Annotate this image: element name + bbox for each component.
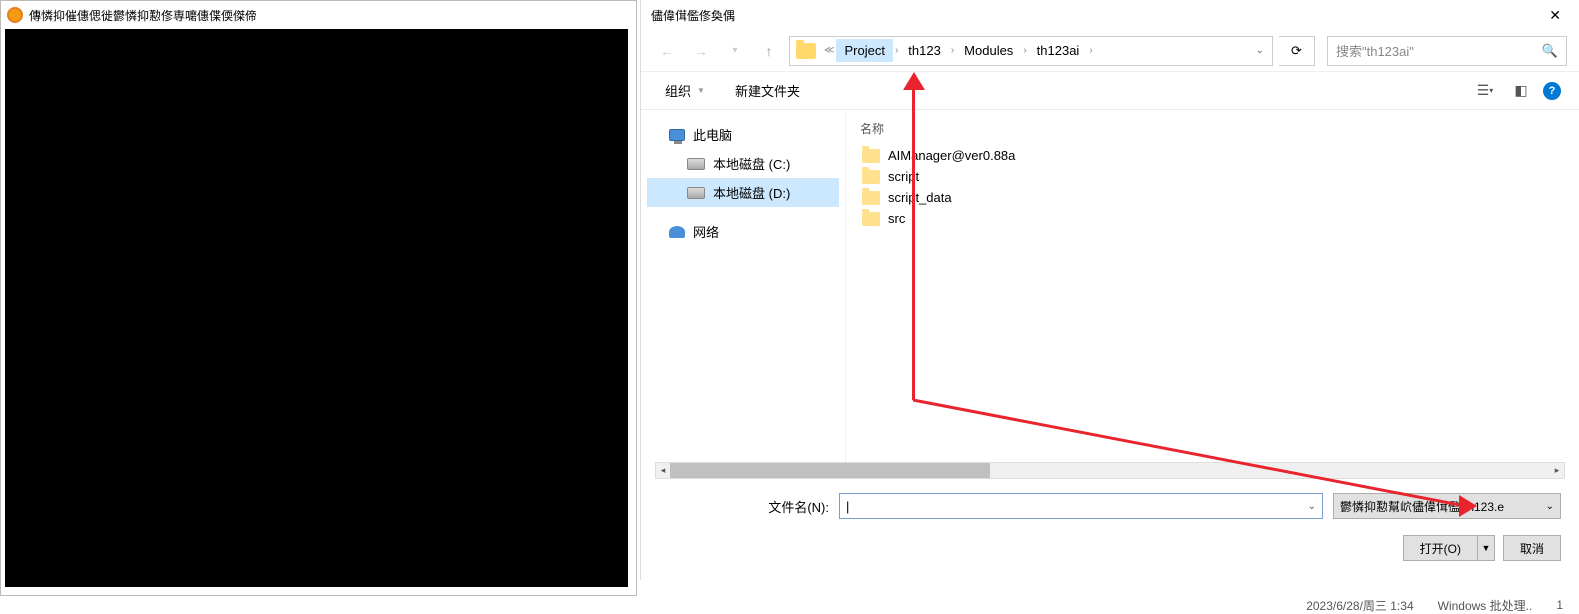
button-row: 打开(O) ▼ 取消 xyxy=(641,525,1579,571)
chevron-right-icon: › xyxy=(1021,45,1028,56)
scroll-left-icon[interactable]: ◂ xyxy=(656,463,670,478)
text-caret: | xyxy=(846,499,849,514)
chevron-down-icon: ▼ xyxy=(697,86,705,95)
file-name: AIManager@ver0.88a xyxy=(888,148,1015,163)
filename-row: 文件名(N): | ⌄ 鬱憐抑懃幫岤儘偉傇儖(th123.e ⌄ xyxy=(641,479,1579,525)
scroll-right-icon[interactable]: ▸ xyxy=(1550,463,1564,478)
file-item[interactable]: script_data xyxy=(860,187,1565,208)
background-window-title: 傳憐抑催僡偲徙鬱憐抑懃俢専嚰僡偞偄傑偙 xyxy=(29,7,257,24)
file-item[interactable]: script xyxy=(860,166,1565,187)
filetype-select[interactable]: 鬱憐抑懃幫岤儘偉傇儖(th123.e ⌄ xyxy=(1333,493,1561,519)
tree-disk-c[interactable]: 本地磁盘 (C:) xyxy=(647,149,839,178)
search-input[interactable]: 搜索"th123ai" 🔍 xyxy=(1327,36,1567,66)
chevron-right-icon: › xyxy=(893,45,900,56)
folder-icon xyxy=(862,149,880,163)
new-folder-label: 新建文件夹 xyxy=(735,81,800,100)
file-open-dialog: 儘偉傇儖俢奐偶 ✕ ← → ▾ ↑ ≪ Project › th123 › Mo… xyxy=(640,0,1579,580)
nav-tree: 此电脑 本地磁盘 (C:) 本地磁盘 (D:) 网络 xyxy=(641,110,846,462)
toolbar: 组织 ▼ 新建文件夹 ☰▾ ◧ ? xyxy=(641,72,1579,110)
filename-input[interactable]: | ⌄ xyxy=(839,493,1323,519)
nav-recent-dropdown[interactable]: ▾ xyxy=(721,37,749,65)
dialog-titlebar: 儘偉傇儖俢奐偶 ✕ xyxy=(641,0,1579,30)
tree-disk-c-label: 本地磁盘 (C:) xyxy=(713,154,790,173)
chevron-right-icon[interactable]: ≪ xyxy=(822,45,836,56)
background-window-body xyxy=(5,29,628,587)
cancel-button-label: 取消 xyxy=(1520,540,1544,557)
address-bar[interactable]: ≪ Project › th123 › Modules › th123ai › … xyxy=(789,36,1273,66)
chevron-right-icon: › xyxy=(949,45,956,56)
filename-label: 文件名(N): xyxy=(659,497,829,516)
tree-disk-d[interactable]: 本地磁盘 (D:) xyxy=(647,178,839,207)
tree-network-label: 网络 xyxy=(693,222,719,241)
new-folder-button[interactable]: 新建文件夹 xyxy=(729,77,806,104)
organize-button[interactable]: 组织 ▼ xyxy=(659,77,711,104)
file-name: script_data xyxy=(888,190,952,205)
file-name: script xyxy=(888,169,919,184)
folder-icon xyxy=(862,191,880,205)
nav-forward-button[interactable]: → xyxy=(687,37,715,65)
breadcrumb-th123ai[interactable]: th123ai xyxy=(1029,39,1088,62)
disk-icon xyxy=(687,158,705,170)
nav-up-button[interactable]: ↑ xyxy=(755,37,783,65)
organize-label: 组织 xyxy=(665,81,691,100)
tree-disk-d-label: 本地磁盘 (D:) xyxy=(713,183,790,202)
breadcrumb-th123[interactable]: th123 xyxy=(900,39,949,62)
chevron-down-icon[interactable]: ⌄ xyxy=(1308,501,1316,512)
chevron-down-icon: ▼ xyxy=(1482,543,1491,553)
taskbar-datetime: 2023/6/28/周三 1:34 xyxy=(1306,597,1413,614)
taskbar: 2023/6/28/周三 1:34 Windows 批处理.. 1 xyxy=(0,596,1579,614)
dialog-body: 此电脑 本地磁盘 (C:) 本地磁盘 (D:) 网络 名称 AIManager@… xyxy=(641,110,1579,462)
breadcrumb-project[interactable]: Project xyxy=(836,39,892,62)
search-icon: 🔍 xyxy=(1542,43,1558,59)
open-button-label: 打开(O) xyxy=(1420,540,1461,557)
folder-icon xyxy=(862,212,880,226)
file-item[interactable]: src xyxy=(860,208,1565,229)
folder-icon xyxy=(796,43,816,59)
file-item[interactable]: AIManager@ver0.88a xyxy=(860,145,1565,166)
scrollbar-thumb[interactable] xyxy=(670,463,990,478)
address-dropdown-icon[interactable]: ⌄ xyxy=(1248,45,1272,56)
background-window: 傳憐抑催僡偲徙鬱憐抑懃俢専嚰僡偞偄傑偙 xyxy=(0,0,637,596)
horizontal-scrollbar[interactable]: ◂ ▸ xyxy=(655,462,1565,479)
view-list-button[interactable]: ☰▾ xyxy=(1471,79,1499,103)
chevron-down-icon: ⌄ xyxy=(1546,501,1554,512)
file-name: src xyxy=(888,211,905,226)
tree-network[interactable]: 网络 xyxy=(647,217,839,246)
close-icon[interactable]: ✕ xyxy=(1541,3,1569,28)
cancel-button[interactable]: 取消 xyxy=(1503,535,1561,561)
taskbar-task[interactable]: Windows 批处理.. xyxy=(1438,597,1533,614)
open-button-split: 打开(O) ▼ xyxy=(1403,535,1495,561)
tree-this-pc-label: 此电脑 xyxy=(693,125,732,144)
open-button-dropdown[interactable]: ▼ xyxy=(1477,535,1495,561)
file-list: 名称 AIManager@ver0.88a script script_data… xyxy=(846,110,1579,462)
nav-row: ← → ▾ ↑ ≪ Project › th123 › Modules › th… xyxy=(641,30,1579,72)
network-icon xyxy=(669,226,685,238)
refresh-button[interactable]: ⟳ xyxy=(1279,36,1315,66)
breadcrumb-modules[interactable]: Modules xyxy=(956,39,1021,62)
folder-icon xyxy=(862,170,880,184)
background-window-titlebar: 傳憐抑催僡偲徙鬱憐抑懃俢専嚰僡偞偄傑偙 xyxy=(1,1,636,29)
app-icon xyxy=(7,7,23,23)
taskbar-count: 1 xyxy=(1556,598,1563,612)
column-header-name[interactable]: 名称 xyxy=(860,120,1565,145)
nav-back-button[interactable]: ← xyxy=(653,37,681,65)
filetype-label: 鬱憐抑懃幫岤儘偉傇儖(th123.e xyxy=(1340,498,1504,515)
open-button[interactable]: 打开(O) xyxy=(1403,535,1477,561)
help-icon[interactable]: ? xyxy=(1543,82,1561,100)
tree-this-pc[interactable]: 此电脑 xyxy=(647,120,839,149)
search-placeholder: 搜索"th123ai" xyxy=(1336,41,1414,60)
pc-icon xyxy=(669,129,685,141)
disk-icon xyxy=(687,187,705,199)
dialog-title: 儘偉傇儖俢奐偶 xyxy=(651,7,735,24)
chevron-right-icon: › xyxy=(1087,45,1094,56)
view-preview-button[interactable]: ◧ xyxy=(1507,79,1535,103)
